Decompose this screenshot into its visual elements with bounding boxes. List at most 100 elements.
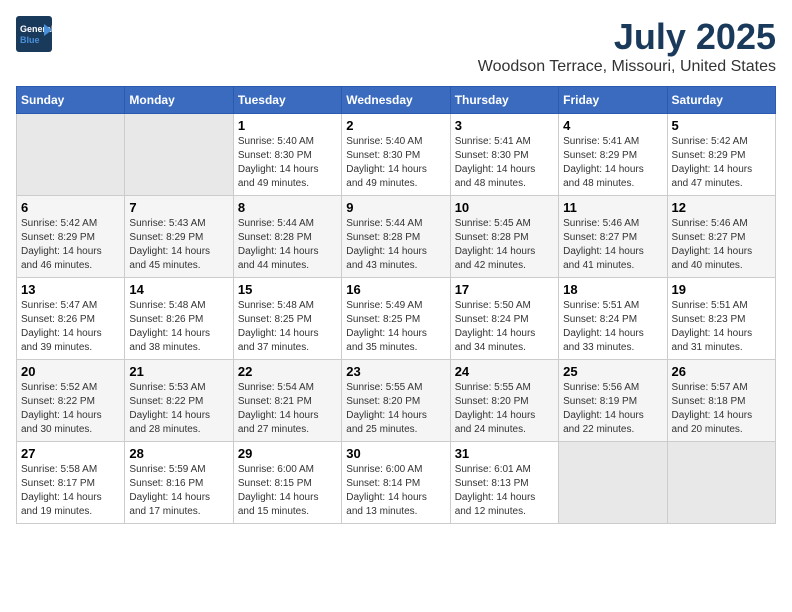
calendar-body: 1 Sunrise: 5:40 AM Sunset: 8:30 PM Daylig… [17, 114, 776, 524]
day-info: Sunrise: 5:44 AM Sunset: 8:28 PM Dayligh… [346, 217, 445, 273]
calendar-cell: 8Sunrise: 5:44 AM Sunset: 8:28 PM Daylig… [233, 196, 341, 278]
calendar-week-row: 6Sunrise: 5:42 AM Sunset: 8:29 PM Daylig… [17, 196, 776, 278]
day-number: 16 [346, 282, 445, 297]
day-number: 10 [455, 200, 554, 215]
calendar-cell: 15 Sunrise: 5:48 AM Sunset: 8:25 PM Dayli… [233, 278, 341, 360]
day-of-week-header: Saturday [667, 87, 775, 114]
location-title: Woodson Terrace, Missouri, United States [478, 58, 776, 76]
calendar-header-row: SundayMondayTuesdayWednesdayThursdayFrid… [17, 87, 776, 114]
day-number: 7 [129, 200, 228, 215]
day-info: Sunrise: 5:41 AM Sunset: 8:29 PM Dayligh… [563, 135, 662, 191]
calendar-cell [559, 442, 667, 524]
day-of-week-header: Monday [125, 87, 233, 114]
day-info: Sunrise: 5:51 AM Sunset: 8:24 PM Dayligh… [563, 299, 662, 355]
day-info: Sunrise: 5:53 AM Sunset: 8:22 PM Dayligh… [129, 381, 228, 437]
day-number: 11 [563, 200, 662, 215]
day-info: Sunrise: 5:58 AM Sunset: 8:17 PM Dayligh… [21, 463, 120, 519]
day-info: Sunrise: 5:46 AM Sunset: 8:27 PM Dayligh… [563, 217, 662, 273]
calendar-cell: 4 Sunrise: 5:41 AM Sunset: 8:29 PM Daylig… [559, 114, 667, 196]
calendar-cell: 12 Sunrise: 5:46 AM Sunset: 8:27 PM Dayli… [667, 196, 775, 278]
day-info: Sunrise: 5:55 AM Sunset: 8:20 PM Dayligh… [346, 381, 445, 437]
day-info: Sunrise: 5:48 AM Sunset: 8:26 PM Dayligh… [129, 299, 228, 355]
day-of-week-header: Thursday [450, 87, 558, 114]
month-title: July 2025 [478, 16, 776, 58]
day-number: 14 [129, 282, 228, 297]
calendar-cell: 23 Sunrise: 5:55 AM Sunset: 8:20 PM Dayli… [342, 360, 450, 442]
calendar-cell: 28Sunrise: 5:59 AM Sunset: 8:16 PM Dayli… [125, 442, 233, 524]
day-of-week-header: Wednesday [342, 87, 450, 114]
day-number: 3 [455, 118, 554, 133]
day-number: 25 [563, 364, 662, 379]
page-header: General Blue July 2025 Woodson Terrace, … [16, 16, 776, 76]
day-info: Sunrise: 5:48 AM Sunset: 8:25 PM Dayligh… [238, 299, 337, 355]
calendar-cell: 13Sunrise: 5:47 AM Sunset: 8:26 PM Dayli… [17, 278, 125, 360]
day-number: 31 [455, 446, 554, 461]
day-number: 1 [238, 118, 337, 133]
day-number: 5 [672, 118, 771, 133]
calendar-cell: 27 Sunrise: 5:58 AM Sunset: 8:17 PM Dayli… [17, 442, 125, 524]
day-number: 9 [346, 200, 445, 215]
day-number: 27 [21, 446, 120, 461]
day-info: Sunrise: 5:45 AM Sunset: 8:28 PM Dayligh… [455, 217, 554, 273]
day-of-week-header: Friday [559, 87, 667, 114]
calendar-week-row: 13Sunrise: 5:47 AM Sunset: 8:26 PM Dayli… [17, 278, 776, 360]
logo: General Blue [16, 16, 54, 54]
calendar-cell [125, 114, 233, 196]
day-info: Sunrise: 5:47 AM Sunset: 8:26 PM Dayligh… [21, 299, 120, 355]
calendar-cell: 11 Sunrise: 5:46 AM Sunset: 8:27 PM Dayli… [559, 196, 667, 278]
calendar-cell [667, 442, 775, 524]
calendar-week-row: 1 Sunrise: 5:40 AM Sunset: 8:30 PM Daylig… [17, 114, 776, 196]
title-block: July 2025 Woodson Terrace, Missouri, Uni… [478, 16, 776, 76]
day-number: 18 [563, 282, 662, 297]
calendar-cell: 30Sunrise: 6:00 AM Sunset: 8:14 PM Dayli… [342, 442, 450, 524]
calendar-cell: 31 Sunrise: 6:01 AM Sunset: 8:13 PM Dayli… [450, 442, 558, 524]
day-number: 20 [21, 364, 120, 379]
day-number: 19 [672, 282, 771, 297]
day-number: 30 [346, 446, 445, 461]
day-info: Sunrise: 5:55 AM Sunset: 8:20 PM Dayligh… [455, 381, 554, 437]
calendar-cell: 25 Sunrise: 5:56 AM Sunset: 8:19 PM Dayli… [559, 360, 667, 442]
calendar-cell [17, 114, 125, 196]
day-number: 23 [346, 364, 445, 379]
day-of-week-header: Sunday [17, 87, 125, 114]
day-info: Sunrise: 5:42 AM Sunset: 8:29 PM Dayligh… [21, 217, 120, 273]
day-number: 26 [672, 364, 771, 379]
day-number: 29 [238, 446, 337, 461]
day-number: 15 [238, 282, 337, 297]
calendar-table: SundayMondayTuesdayWednesdayThursdayFrid… [16, 86, 776, 524]
day-number: 24 [455, 364, 554, 379]
calendar-cell: 6Sunrise: 5:42 AM Sunset: 8:29 PM Daylig… [17, 196, 125, 278]
calendar-cell: 18 Sunrise: 5:51 AM Sunset: 8:24 PM Dayli… [559, 278, 667, 360]
day-info: Sunrise: 6:01 AM Sunset: 8:13 PM Dayligh… [455, 463, 554, 519]
day-number: 12 [672, 200, 771, 215]
day-info: Sunrise: 5:59 AM Sunset: 8:16 PM Dayligh… [129, 463, 228, 519]
calendar-week-row: 20 Sunrise: 5:52 AM Sunset: 8:22 PM Dayli… [17, 360, 776, 442]
calendar-cell: 1Sunrise: 5:40 AM Sunset: 8:30 PM Daylig… [233, 114, 341, 196]
day-info: Sunrise: 5:43 AM Sunset: 8:29 PM Dayligh… [129, 217, 228, 273]
calendar-cell: 14 Sunrise: 5:48 AM Sunset: 8:26 PM Dayli… [125, 278, 233, 360]
calendar-cell: 9 Sunrise: 5:44 AM Sunset: 8:28 PM Daylig… [342, 196, 450, 278]
calendar-cell: 16 Sunrise: 5:49 AM Sunset: 8:25 PM Dayli… [342, 278, 450, 360]
calendar-cell: 10 Sunrise: 5:45 AM Sunset: 8:28 PM Dayli… [450, 196, 558, 278]
day-info: Sunrise: 5:57 AM Sunset: 8:18 PM Dayligh… [672, 381, 771, 437]
day-info: Sunrise: 5:51 AM Sunset: 8:23 PM Dayligh… [672, 299, 771, 355]
day-info: Sunrise: 5:52 AM Sunset: 8:22 PM Dayligh… [21, 381, 120, 437]
calendar-cell: 20 Sunrise: 5:52 AM Sunset: 8:22 PM Dayli… [17, 360, 125, 442]
day-info: Sunrise: 5:46 AM Sunset: 8:27 PM Dayligh… [672, 217, 771, 273]
calendar-cell: 21Sunrise: 5:53 AM Sunset: 8:22 PM Dayli… [125, 360, 233, 442]
day-info: Sunrise: 5:49 AM Sunset: 8:25 PM Dayligh… [346, 299, 445, 355]
calendar-cell: 26 Sunrise: 5:57 AM Sunset: 8:18 PM Dayli… [667, 360, 775, 442]
calendar-cell: 29 Sunrise: 6:00 AM Sunset: 8:15 PM Dayli… [233, 442, 341, 524]
calendar-cell: 3Sunrise: 5:41 AM Sunset: 8:30 PM Daylig… [450, 114, 558, 196]
day-info: Sunrise: 6:00 AM Sunset: 8:15 PM Dayligh… [238, 463, 337, 519]
day-of-week-header: Tuesday [233, 87, 341, 114]
calendar-cell: 5Sunrise: 5:42 AM Sunset: 8:29 PM Daylig… [667, 114, 775, 196]
day-info: Sunrise: 5:44 AM Sunset: 8:28 PM Dayligh… [238, 217, 337, 273]
day-info: Sunrise: 5:56 AM Sunset: 8:19 PM Dayligh… [563, 381, 662, 437]
calendar-week-row: 27 Sunrise: 5:58 AM Sunset: 8:17 PM Dayli… [17, 442, 776, 524]
day-number: 4 [563, 118, 662, 133]
calendar-cell: 2Sunrise: 5:40 AM Sunset: 8:30 PM Daylig… [342, 114, 450, 196]
day-info: Sunrise: 5:40 AM Sunset: 8:30 PM Dayligh… [346, 135, 445, 191]
svg-text:Blue: Blue [20, 35, 40, 45]
calendar-cell: 17Sunrise: 5:50 AM Sunset: 8:24 PM Dayli… [450, 278, 558, 360]
